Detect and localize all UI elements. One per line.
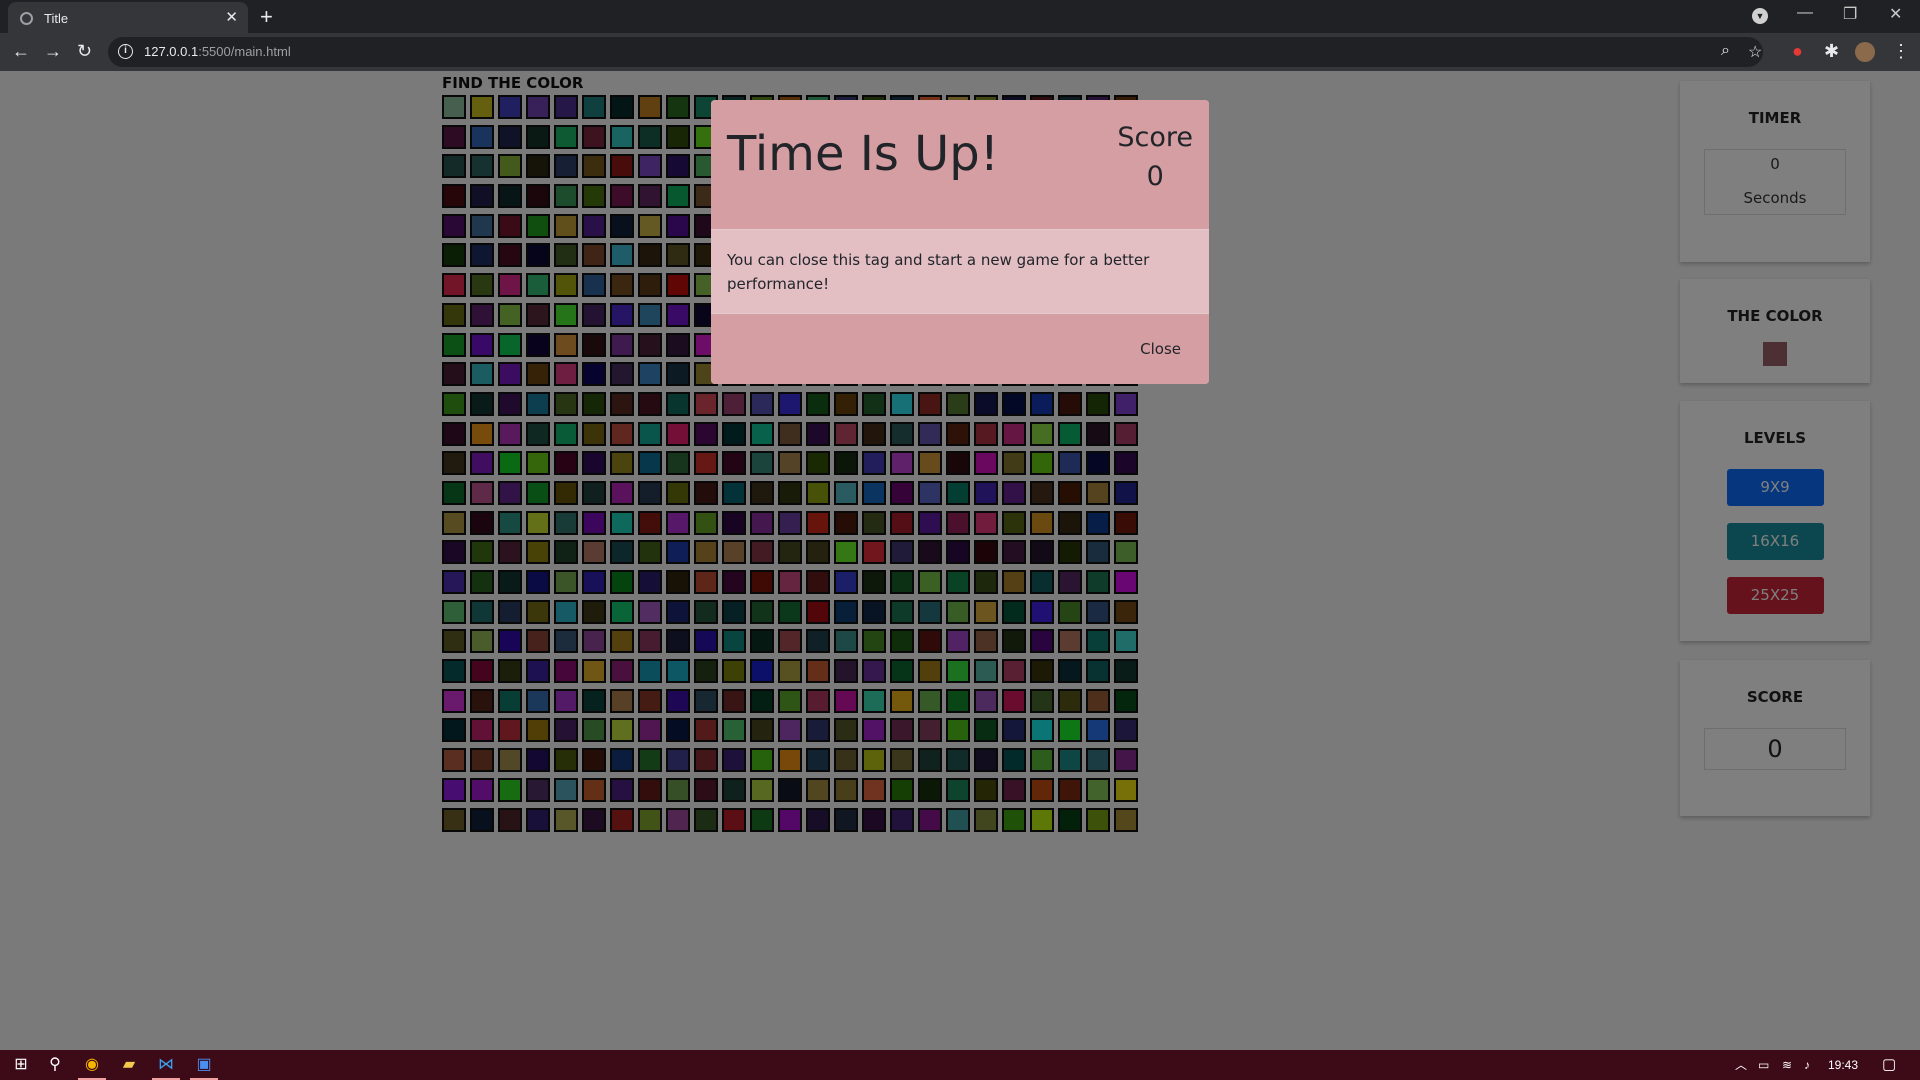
- bookmark-star-icon[interactable]: ☆: [1748, 42, 1762, 62]
- url-text: 127.0.0.1:5500/main.html: [144, 44, 291, 59]
- address-bar[interactable]: i 127.0.0.1:5500/main.html ⌕ ☆: [108, 37, 1763, 67]
- minimize-icon[interactable]: —: [1797, 4, 1813, 22]
- modal-score-value: 0: [1146, 161, 1164, 192]
- modal-score: Score 0: [1117, 122, 1193, 192]
- windows-taskbar: ⊞ ⚲ ◉ ▰ ⋈ ▣ ︿ ▭ ≋ ♪ 19:43 ▢: [0, 1050, 1920, 1080]
- profile-avatar[interactable]: [1855, 42, 1875, 62]
- modal-title: Time Is Up!: [727, 126, 999, 182]
- volume-icon[interactable]: ♪: [1804, 1050, 1810, 1080]
- browser-tab[interactable]: Title ✕: [8, 2, 248, 33]
- file-explorer-icon[interactable]: ▰: [115, 1050, 143, 1080]
- time-up-modal: Time Is Up! Score 0 You can close this t…: [711, 100, 1209, 384]
- clock-time[interactable]: 19:43: [1828, 1050, 1858, 1080]
- reload-icon[interactable]: ↻: [77, 41, 92, 62]
- zoom-app-icon[interactable]: ▣: [190, 1050, 218, 1080]
- new-tab-button[interactable]: +: [260, 4, 273, 30]
- tab-title: Title: [44, 11, 69, 26]
- modal-message: You can close this tag and start a new g…: [727, 251, 1150, 293]
- tab-search-icon[interactable]: ▼: [1752, 8, 1768, 24]
- wifi-icon[interactable]: ≋: [1782, 1050, 1792, 1080]
- extension-icon[interactable]: ●: [1792, 41, 1803, 62]
- restore-icon[interactable]: ❐: [1843, 4, 1857, 24]
- tray-chevron-icon[interactable]: ︿: [1735, 1050, 1747, 1080]
- zoom-icon[interactable]: ⌕: [1721, 42, 1730, 60]
- back-icon[interactable]: ←: [12, 41, 30, 62]
- globe-icon: [20, 12, 33, 25]
- vscode-icon[interactable]: ⋈: [152, 1050, 180, 1080]
- menu-kebab-icon[interactable]: ⋮: [1892, 41, 1910, 62]
- close-window-icon[interactable]: ✕: [1889, 4, 1902, 24]
- search-icon[interactable]: ⚲: [42, 1050, 68, 1080]
- windows-start-icon[interactable]: ⊞: [8, 1050, 34, 1080]
- chrome-icon[interactable]: ◉: [78, 1050, 106, 1080]
- extensions-puzzle-icon[interactable]: ✱: [1824, 41, 1839, 62]
- modal-score-label: Score: [1117, 122, 1193, 153]
- close-button[interactable]: Close: [1140, 340, 1181, 358]
- battery-icon[interactable]: ▭: [1758, 1050, 1769, 1080]
- browser-tab-bar: Title ✕ + ▼ — ❐ ✕: [0, 0, 1920, 33]
- modal-footer: Close: [711, 313, 1209, 384]
- modal-header: Time Is Up! Score 0: [711, 100, 1209, 230]
- notification-icon[interactable]: ▢: [1882, 1050, 1896, 1080]
- forward-icon[interactable]: →: [44, 41, 62, 62]
- site-info-icon[interactable]: i: [118, 44, 133, 59]
- close-tab-icon[interactable]: ✕: [225, 8, 238, 26]
- browser-toolbar: ← → ↻ i 127.0.0.1:5500/main.html ⌕ ☆ ● ✱…: [0, 33, 1920, 71]
